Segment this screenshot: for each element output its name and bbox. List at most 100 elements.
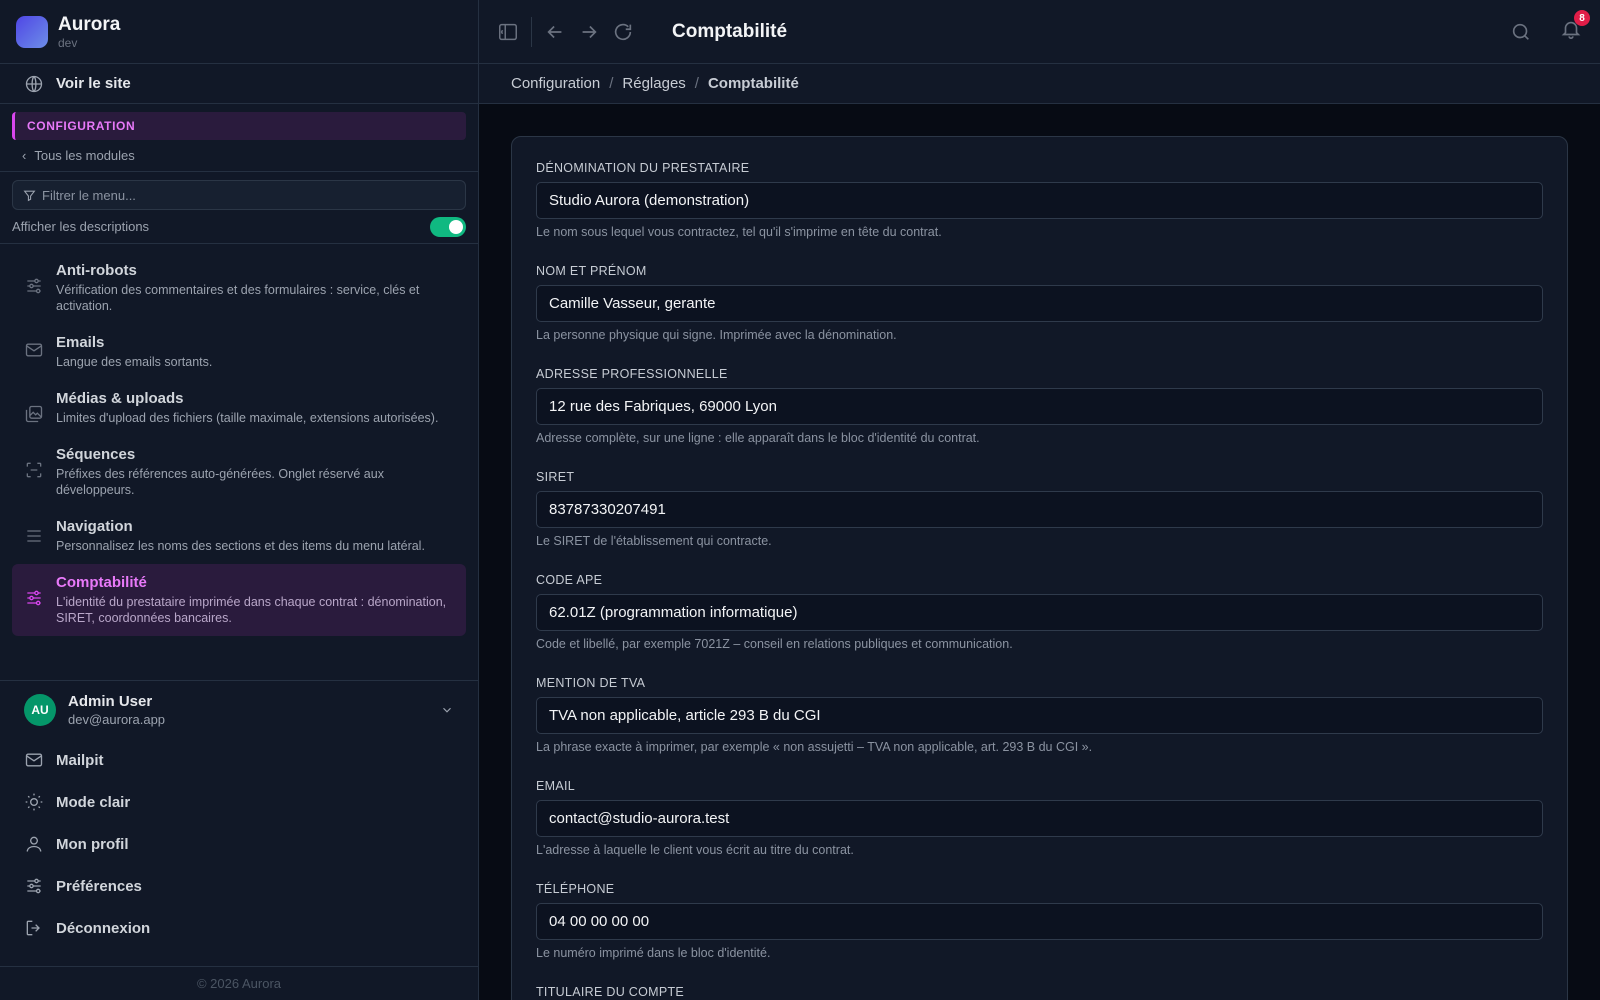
sidebar: Aurora dev Voir le site CONFIGURATION ‹ … xyxy=(0,0,479,1000)
sidebar-toggle-icon[interactable] xyxy=(497,21,519,43)
sidebar-item-sequences[interactable]: Séquences Préfixes des références auto-g… xyxy=(0,436,466,508)
main: Comptabilité 8 Configuration / Réglages … xyxy=(479,0,1600,1000)
refresh-icon[interactable] xyxy=(612,21,634,43)
site-link[interactable]: Voir le site xyxy=(0,64,478,104)
module-title: Comptabilité xyxy=(56,574,147,591)
module-title: Emails xyxy=(56,334,105,351)
field-telephone: TÉLÉPHONE Le numéro imprimé dans le bloc… xyxy=(536,882,1543,960)
breadcrumb-current: Comptabilité xyxy=(707,75,799,92)
descriptions-toggle[interactable] xyxy=(430,216,466,237)
breadcrumb-item[interactable]: Réglages xyxy=(622,75,685,92)
user-menu[interactable]: AU Admin User dev@aurora.app xyxy=(0,681,478,739)
menu-label: Mode clair xyxy=(56,793,131,811)
avatar: AU xyxy=(24,694,56,726)
sidebar-item-emails[interactable]: Emails Langue des emails sortants. xyxy=(0,324,466,380)
module-title: Médias & uploads xyxy=(56,390,184,407)
module-list: Anti-robots Vérification des commentaire… xyxy=(0,244,478,636)
sliders-icon xyxy=(27,878,41,894)
denomination-input[interactable] xyxy=(536,182,1543,219)
field-label: EMAIL xyxy=(536,779,576,793)
sun-icon xyxy=(25,793,43,811)
menu-mailpit[interactable]: Mailpit xyxy=(0,739,478,781)
user-email: dev@aurora.app xyxy=(68,712,166,727)
menu-deconnexion[interactable]: Déconnexion xyxy=(0,907,478,949)
settings-form: DÉNOMINATION DU PRESTATAIRE Le nom sous … xyxy=(511,136,1568,1000)
sidebar-item-navigation[interactable]: Navigation Personnalisez les noms des se… xyxy=(0,508,466,564)
back-link-label: Tous les modules xyxy=(34,148,135,163)
logo-icon xyxy=(16,15,48,48)
copyright: © 2026 Aurora xyxy=(0,966,478,1000)
field-help: Code et libellé, par exemple 7021Z – con… xyxy=(536,637,1013,651)
email-input[interactable] xyxy=(536,800,1543,837)
field-code-ape: CODE APE Code et libellé, par exemple 70… xyxy=(536,573,1543,651)
topbar: Comptabilité 8 xyxy=(479,0,1600,64)
field-tva: MENTION DE TVA La phrase exacte à imprim… xyxy=(536,676,1543,754)
mail-icon xyxy=(25,753,43,767)
user-area: AU Admin User dev@aurora.app Mailpit Mod… xyxy=(0,680,478,949)
breadcrumb-item[interactable]: Configuration xyxy=(511,75,600,92)
menu-label: Mailpit xyxy=(56,751,104,769)
menu-preferences[interactable]: Préférences xyxy=(0,865,478,907)
field-label: ADRESSE PROFESSIONNELLE xyxy=(536,367,728,381)
menu-label: Déconnexion xyxy=(56,919,151,937)
field-help: La phrase exacte à imprimer, par exemple… xyxy=(536,740,1093,754)
field-help: Le nom sous lequel vous contractez, tel … xyxy=(536,225,942,239)
section-header: CONFIGURATION xyxy=(12,112,466,140)
field-adresse: ADRESSE PROFESSIONNELLE Adresse complète… xyxy=(536,367,1543,445)
menu-mode-clair[interactable]: Mode clair xyxy=(0,781,478,823)
menu-label: Préférences xyxy=(56,877,142,895)
back-to-modules-link[interactable]: ‹ Tous les modules xyxy=(0,140,478,172)
content: DÉNOMINATION DU PRESTATAIRE Le nom sous … xyxy=(479,104,1600,1000)
module-title: Navigation xyxy=(56,518,133,535)
list-icon xyxy=(27,530,41,542)
field-label: DÉNOMINATION DU PRESTATAIRE xyxy=(536,161,750,175)
code-ape-input[interactable] xyxy=(536,594,1543,631)
field-label: NOM ET PRÉNOM xyxy=(536,264,647,278)
adresse-input[interactable] xyxy=(536,388,1543,425)
search-icon[interactable] xyxy=(1510,21,1532,43)
module-desc: Langue des emails sortants. xyxy=(56,355,213,369)
breadcrumb: Configuration / Réglages / Comptabilité xyxy=(479,64,1600,104)
page-title: Comptabilité xyxy=(672,20,788,42)
sidebar-item-comptabilite[interactable]: Comptabilité L'identité du prestataire i… xyxy=(12,564,466,636)
tva-input[interactable] xyxy=(536,697,1543,734)
field-help: Le numéro imprimé dans le bloc d'identit… xyxy=(536,946,771,960)
notifications-button[interactable]: 8 xyxy=(1560,10,1590,45)
filter-box xyxy=(12,180,466,210)
brand[interactable]: Aurora dev xyxy=(0,0,478,64)
sliders-icon xyxy=(27,590,41,606)
chevron-down-icon xyxy=(443,707,451,713)
siret-input[interactable] xyxy=(536,491,1543,528)
field-denomination: DÉNOMINATION DU PRESTATAIRE Le nom sous … xyxy=(536,161,1543,239)
logout-icon xyxy=(26,920,40,936)
filter-icon xyxy=(23,190,36,201)
breadcrumb-separator: / xyxy=(694,75,699,92)
sidebar-item-medias[interactable]: Médias & uploads Limites d'upload des fi… xyxy=(0,380,466,436)
globe-icon xyxy=(25,75,43,92)
field-help: Adresse complète, sur une ligne : elle a… xyxy=(536,431,980,445)
brand-env: dev xyxy=(58,35,78,50)
module-desc: Limites d'upload des fichiers (taille ma… xyxy=(56,411,439,425)
user-name: Admin User xyxy=(68,693,153,710)
forward-arrow-icon[interactable] xyxy=(578,21,600,43)
field-help: L'adresse à laquelle le client vous écri… xyxy=(536,843,854,857)
module-desc: L'identité du prestataire imprimée dans … xyxy=(56,595,447,625)
toggle-label: Afficher les descriptions xyxy=(12,219,150,234)
module-title: Séquences xyxy=(56,446,136,463)
telephone-input[interactable] xyxy=(536,903,1543,940)
field-label: TITULAIRE DU COMPTE xyxy=(536,985,685,999)
field-email: EMAIL L'adresse à laquelle le client vou… xyxy=(536,779,1543,857)
user-icon xyxy=(26,836,42,852)
field-label: CODE APE xyxy=(536,573,603,587)
sliders-icon xyxy=(27,278,41,294)
sidebar-item-anti-robots[interactable]: Anti-robots Vérification des commentaire… xyxy=(0,252,466,324)
filter-input[interactable] xyxy=(42,187,455,203)
descriptions-toggle-row: Afficher les descriptions xyxy=(0,210,478,244)
nom-prenom-input[interactable] xyxy=(536,285,1543,322)
brand-name: Aurora xyxy=(58,13,121,35)
field-help: Le SIRET de l'établissement qui contract… xyxy=(536,534,772,548)
mail-icon xyxy=(25,343,43,357)
back-arrow-icon[interactable] xyxy=(544,21,566,43)
menu-profil[interactable]: Mon profil xyxy=(0,823,478,865)
field-help: La personne physique qui signe. Imprimée… xyxy=(536,328,897,342)
